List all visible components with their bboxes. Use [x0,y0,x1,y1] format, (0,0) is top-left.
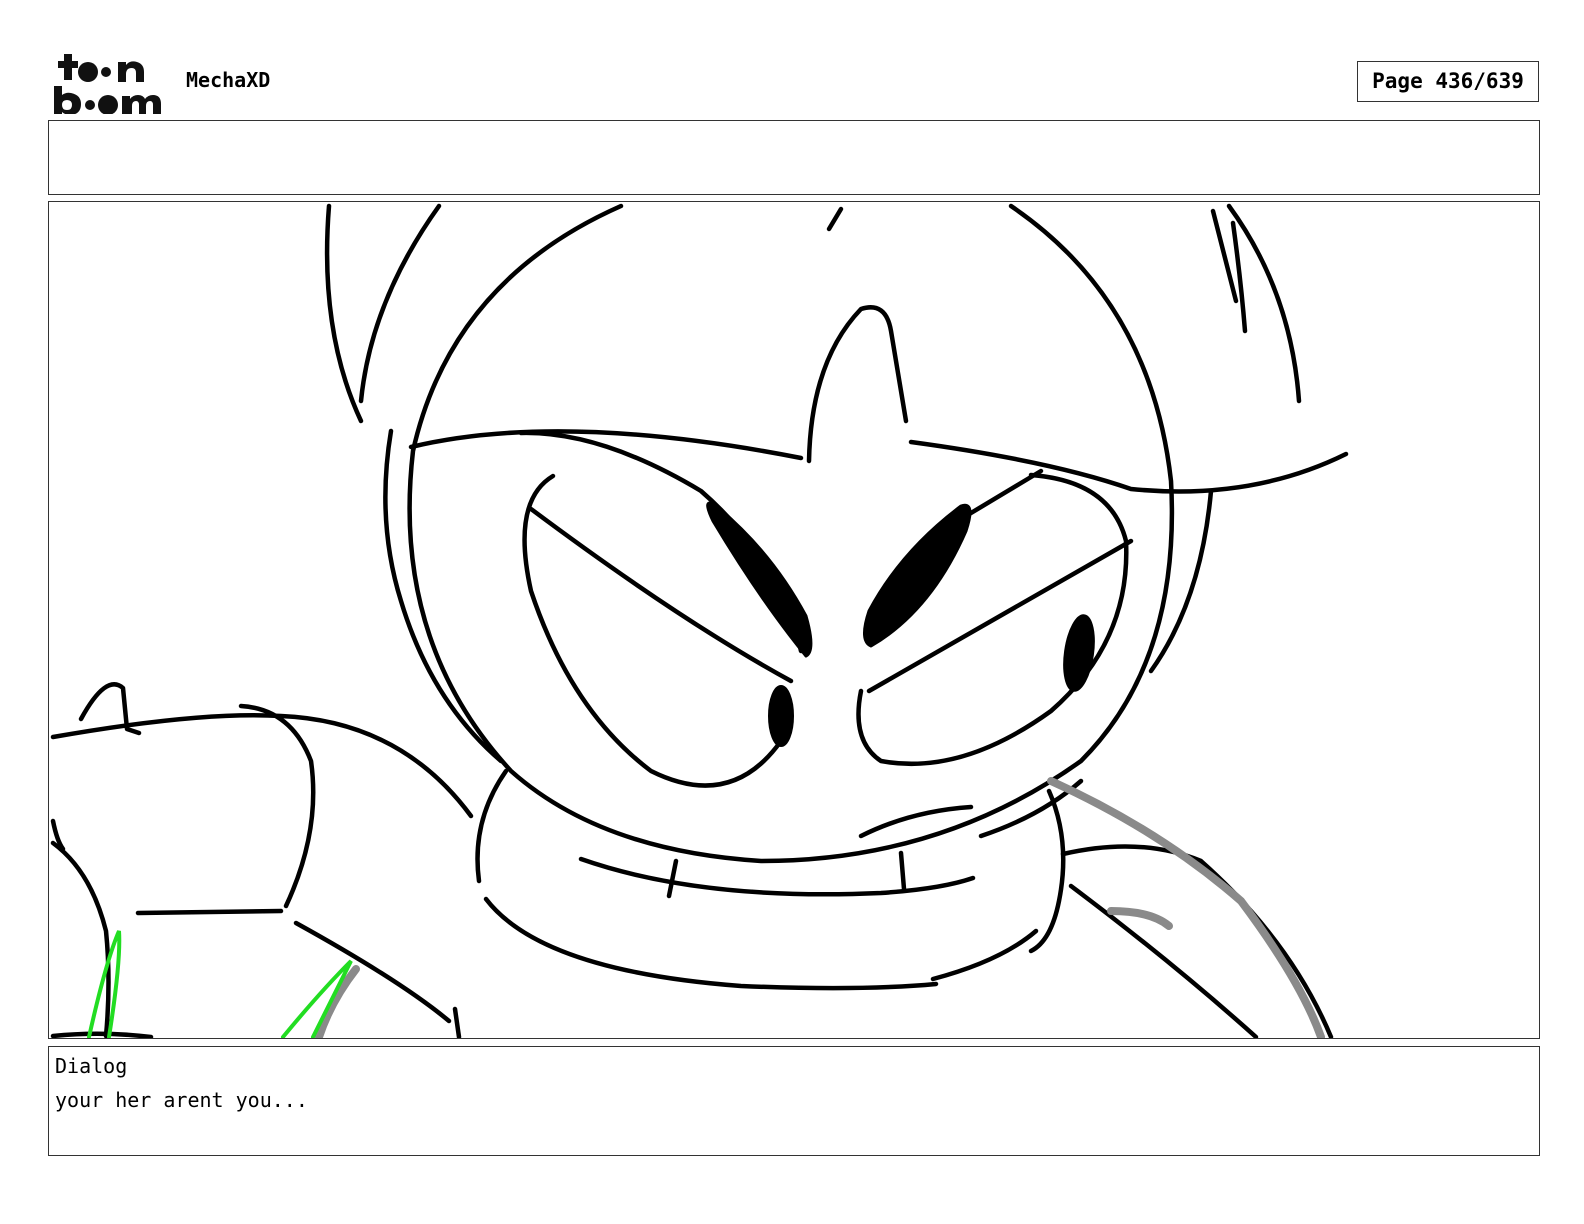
project-title: MechaXD [186,68,271,92]
dialog-text: your her arent you... [55,1088,308,1112]
page-number: Page 436/639 [1357,61,1539,102]
storyboard-sketch [50,203,1349,1038]
toon-boom-logo [50,50,166,116]
storyboard-panel [48,201,1540,1039]
action-notes-box [48,120,1540,195]
dialog-label: Dialog [55,1054,128,1078]
dialog-box: Dialog your her arent you... [48,1046,1540,1156]
